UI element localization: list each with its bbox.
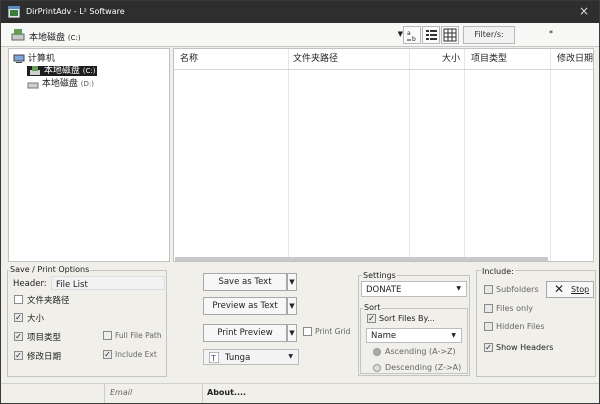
descending-label: Descending (Z->A) [385, 363, 462, 372]
checkbox-item-type[interactable]: ✓ [14, 332, 23, 341]
column-header[interactable]: 名称 [180, 49, 198, 69]
checkbox-modified-date[interactable]: ✓ [14, 351, 23, 360]
checkbox-print-grid[interactable] [303, 327, 312, 336]
include-ext-label: Include Ext [115, 350, 157, 359]
checkbox-folder-path[interactable] [14, 295, 23, 304]
close-icon: ✕ [554, 282, 565, 296]
list-view-icon [426, 30, 437, 40]
svg-text:b: b [412, 36, 416, 43]
svg-text:a: a [407, 30, 411, 37]
checkbox-include-ext[interactable]: ✓ [103, 350, 112, 359]
print-grid-label: Print Grid [315, 327, 351, 336]
chevron-down-icon: ▼ [451, 332, 456, 339]
checkbox-full-file-path[interactable] [103, 331, 112, 340]
ascending-label: Ascending (A->Z) [385, 347, 456, 356]
checkbox-label: 文件夹路径 [27, 296, 70, 306]
bottom-panel: Save / Print Options Header: File List 文… [1, 265, 599, 383]
radio-descending[interactable] [373, 364, 381, 372]
title-bar: DirPrintAdv - L² Software × [1, 1, 599, 23]
checkbox-files-only[interactable] [484, 304, 493, 313]
drive-icon [11, 29, 25, 41]
drive-sub: (C:) [67, 34, 81, 42]
print-preview-button[interactable]: Print Preview [203, 324, 287, 342]
chevron-down-icon[interactable]: ▼ [287, 297, 297, 315]
tree-item-drive-d[interactable]: 本地磁盘 (D:) [27, 76, 94, 89]
drive-icon [30, 65, 40, 75]
email-link[interactable]: Email [110, 388, 132, 397]
column-header[interactable]: 修改日期 [557, 49, 593, 69]
grid-icon [443, 28, 457, 42]
drive-icon [27, 82, 39, 88]
chevron-down-icon[interactable]: ▼ [287, 273, 297, 291]
checkbox-show-headers[interactable]: ✓ [484, 343, 493, 352]
sort-field-select[interactable]: Name ▼ [366, 328, 462, 343]
radio-ascending[interactable] [373, 348, 381, 356]
checkbox-hidden-files[interactable] [484, 322, 493, 331]
checkbox-label: 大小 [27, 314, 45, 324]
column-divider [464, 49, 465, 261]
app-window: DirPrintAdv - L² Software × 本地磁盘 (C:) ▼ … [0, 0, 600, 404]
column-divider [550, 49, 551, 261]
details-view-button[interactable] [422, 26, 440, 44]
column-divider [288, 49, 289, 261]
file-list[interactable]: 名称 文件夹路径 大小 项目类型 修改日期 [173, 48, 594, 262]
tree-item-sub: (D:) [80, 80, 94, 88]
header-input[interactable]: File List [51, 276, 165, 290]
svg-text:T: T [210, 354, 216, 363]
app-icon [8, 6, 20, 18]
header-separator [174, 69, 593, 70]
sort-label: Sort [363, 303, 382, 312]
horizontal-scrollbar[interactable] [175, 257, 548, 261]
include-label: Include: [481, 267, 515, 276]
grid-view-button[interactable] [441, 26, 459, 44]
chevron-down-icon[interactable]: ▼ [287, 324, 297, 342]
close-icon[interactable]: × [579, 4, 589, 18]
tree-item-label: 本地磁盘 [43, 66, 80, 76]
about-link[interactable]: About.... [207, 388, 246, 397]
group-label: Save / Print Options [9, 265, 91, 274]
files-only-label: Files only [496, 304, 534, 313]
stop-label: Stop [571, 285, 590, 294]
sort-files-label: Sort Files By... [379, 314, 435, 323]
tree-item-drive-c[interactable]: 本地磁盘 (C:) [27, 63, 98, 76]
font-select[interactable]: T Tunga ▼ [203, 349, 299, 365]
drive-label: 本地磁盘 [29, 33, 66, 43]
settings-label: Settings [362, 271, 397, 280]
chevron-down-icon: ▼ [456, 285, 461, 292]
status-bar: Email About.... [1, 383, 599, 403]
filter-input[interactable]: * [549, 29, 553, 38]
filter-label: Filter/s: [463, 26, 515, 44]
folder-tree[interactable]: 计算机 本地磁盘 (C:) 本地磁盘 (D:) [8, 48, 170, 262]
show-headers-label: Show Headers [496, 343, 554, 352]
column-divider [409, 49, 410, 261]
window-title: DirPrintAdv - L² Software [26, 7, 125, 16]
column-header[interactable]: 项目类型 [471, 49, 507, 69]
column-header[interactable]: 文件夹路径 [293, 49, 338, 69]
stop-button[interactable]: ✕ Stop [546, 281, 594, 298]
save-as-text-button[interactable]: Save as Text [203, 273, 287, 291]
checkbox-subfolders[interactable] [484, 285, 493, 294]
toolbar: 本地磁盘 (C:) ▼ ab Filter/s: * [1, 23, 599, 47]
tree-item-label: 本地磁盘 [41, 79, 78, 89]
subfolders-label: Subfolders [496, 285, 539, 294]
checkbox-label: 项目类型 [27, 333, 62, 343]
drive-select[interactable]: 本地磁盘 (C:) ▼ [11, 27, 403, 43]
settings-select[interactable]: DONATE ▼ [361, 281, 467, 297]
header-label: Header: [13, 279, 47, 289]
hidden-files-label: Hidden Files [496, 322, 545, 331]
checkbox-sort-files[interactable]: ✓ [367, 314, 376, 323]
checkbox-size[interactable]: ✓ [14, 313, 23, 322]
column-header[interactable]: 大小 [442, 49, 460, 69]
computer-icon [13, 54, 25, 63]
sort-alpha-button[interactable]: ab [403, 26, 421, 44]
chevron-down-icon: ▼ [288, 353, 293, 360]
checkbox-label: 修改日期 [27, 352, 62, 362]
font-icon: T [209, 352, 219, 363]
sort-alpha-icon: ab [407, 30, 416, 43]
preview-as-text-button[interactable]: Preview as Text [203, 297, 287, 315]
tree-item-sub: (C:) [82, 67, 96, 75]
full-file-path-label: Full File Path [115, 331, 162, 340]
